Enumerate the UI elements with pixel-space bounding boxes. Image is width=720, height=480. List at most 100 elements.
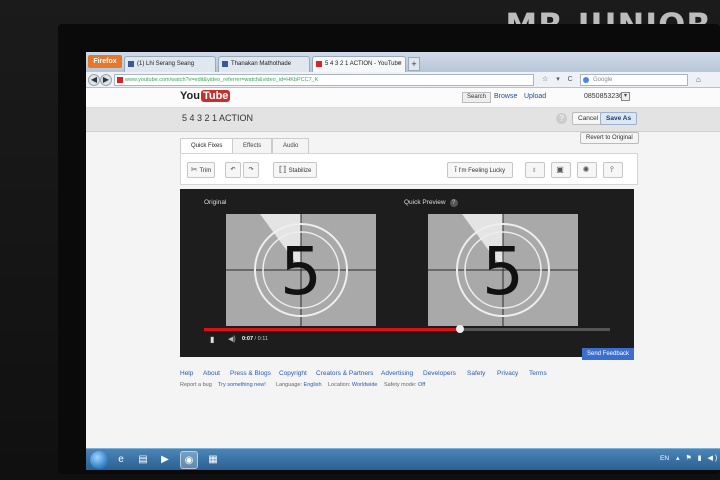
location-label: Location: <box>328 382 351 388</box>
location-value: Worldwide <box>351 382 378 388</box>
footer-link-press[interactable]: Press & Blogs <box>230 370 271 377</box>
stabilize-label: Stabilize <box>288 168 312 174</box>
browser-tab-label: (1) Lhi Serang Seang <box>137 61 195 67</box>
footer-link-help[interactable]: Help <box>180 370 193 377</box>
countdown-digit: 5 <box>482 233 524 310</box>
new-tab-button[interactable]: + <box>408 57 420 71</box>
app-icon[interactable]: ▦ <box>204 451 222 469</box>
image-icon: ▣ <box>556 165 564 174</box>
magic-wand-icon: ǐ <box>454 165 457 174</box>
footer-link-advertising[interactable]: Advertising <box>381 370 413 377</box>
feeling-lucky-label: I'm Feeling Lucky <box>458 168 506 174</box>
home-icon[interactable]: ⌂ <box>696 75 701 84</box>
play-icon[interactable]: ▮ <box>210 335 214 344</box>
youtube-favicon-icon <box>117 77 123 83</box>
original-video-frame[interactable]: 5 <box>226 214 376 326</box>
facebook-icon <box>222 61 228 67</box>
send-feedback-button[interactable]: Send Feedback <box>582 348 635 360</box>
try-new-link[interactable]: Try something new! <box>218 382 266 388</box>
progress-scrubber-handle[interactable] <box>455 325 464 333</box>
report-bug-link[interactable]: Report a bug <box>180 382 212 388</box>
revert-to-original-button[interactable]: Revert to Original <box>580 132 639 144</box>
firefox-icon[interactable]: ◉ <box>180 451 198 469</box>
folder-icon[interactable]: ▤ <box>134 451 152 469</box>
thermometer-icon: ⫯ <box>610 165 614 174</box>
fill-light-button[interactable]: ♁ <box>525 162 545 178</box>
duration: / 0:11 <box>254 336 268 342</box>
quick-fixes-toolbar: ✂ Trim ↶ ↷ ⟦⟧ Stabilize ǐ I'm Feeling Lucky… <box>180 153 638 185</box>
browser-tab-3[interactable]: 5 4 3 2 1 ACTION - YouTube × <box>312 56 406 72</box>
browse-link[interactable]: Browse <box>494 92 517 102</box>
system-tray-icons[interactable]: ▴ ⚑ ▮ ◀) <box>676 454 719 462</box>
quick-preview-label-wrap: Quick Preview? <box>404 199 458 207</box>
tab-audio[interactable]: Audio <box>272 138 310 153</box>
language-label: Language: <box>276 382 302 388</box>
saturation-button[interactable]: ✺ <box>577 162 597 178</box>
facebook-icon <box>128 61 134 67</box>
language-indicator[interactable]: EN <box>660 455 669 462</box>
tab-effects[interactable]: Effects <box>232 138 273 153</box>
volume-icon[interactable]: ◀) <box>228 335 236 343</box>
footer-link-safety[interactable]: Safety <box>467 370 485 377</box>
language-setting[interactable]: Language: English <box>276 382 322 388</box>
sun-icon: ✺ <box>582 165 590 174</box>
rotate-left-button[interactable]: ↶ <box>225 162 241 178</box>
countdown-digit: 5 <box>280 233 322 310</box>
feeling-lucky-button[interactable]: ǐ I'm Feeling Lucky <box>447 162 513 178</box>
tab-quick-fixes[interactable]: Quick Fixes <box>180 138 234 153</box>
close-icon[interactable]: × <box>398 57 402 71</box>
user-name[interactable]: 0850853236 <box>584 92 623 102</box>
browser-tab-2[interactable]: Thanakan Mathothade <box>218 56 310 72</box>
youtube-logo[interactable]: You Tube <box>180 90 231 102</box>
page-title: 5 4 3 2 1 ACTION <box>182 113 254 123</box>
youtube-header: You Tube Search Browse Upload 0850853236 … <box>86 88 720 108</box>
quick-preview-video-frame[interactable]: 5 <box>428 214 578 326</box>
browser-search-input[interactable]: Google <box>580 74 688 86</box>
start-button[interactable] <box>90 451 108 469</box>
safety-label: Safety mode: <box>384 382 417 388</box>
safety-mode-setting[interactable]: Safety mode: Off <box>384 382 425 388</box>
video-progress-bar[interactable] <box>204 325 610 333</box>
stabilize-button[interactable]: ⟦⟧ Stabilize <box>273 162 317 178</box>
scissors-icon: ✂ <box>190 165 198 174</box>
forward-button[interactable]: ▶ <box>100 74 112 86</box>
rotate-left-icon: ↶ <box>230 167 236 173</box>
logo-text: You <box>180 90 200 102</box>
url-bar[interactable]: www.youtube.com/watch?v=edit&video_refer… <box>114 74 534 86</box>
footer-link-privacy[interactable]: Privacy <box>497 370 518 377</box>
trim-button[interactable]: ✂ Trim <box>187 162 215 178</box>
rotate-right-button[interactable]: ↷ <box>243 162 259 178</box>
logo-tube: Tube <box>200 90 231 102</box>
time-display: 0:07 / 0:11 <box>242 336 268 342</box>
footer-link-terms[interactable]: Terms <box>529 370 547 377</box>
chevron-down-icon[interactable]: ▾ <box>621 92 630 101</box>
search-button[interactable]: Search <box>462 92 492 103</box>
footer-link-creators[interactable]: Creators & Partners <box>316 370 373 377</box>
color-temperature-button[interactable]: ⫯ <box>603 162 623 178</box>
footer-link-developers[interactable]: Developers <box>423 370 456 377</box>
contrast-button[interactable]: ▣ <box>551 162 571 178</box>
browser-tab-bar: Firefox (1) Lhi Serang Seang Thanakan Ma… <box>86 52 720 72</box>
safety-value: Off <box>417 382 426 388</box>
video-preview-panel: Original Quick Preview? 5 5 ▮ ◀) 0:07 / … <box>180 189 634 357</box>
help-icon[interactable]: ? <box>556 113 567 124</box>
internet-explorer-icon[interactable]: e <box>112 451 130 469</box>
countdown-leader-graphic: 5 <box>226 214 376 326</box>
current-time: 0:07 <box>242 336 254 342</box>
info-icon[interactable]: ? <box>449 199 458 207</box>
footer-link-about[interactable]: About <box>203 370 220 377</box>
firefox-menu-button[interactable]: Firefox <box>88 55 122 68</box>
media-player-icon[interactable]: ▶ <box>156 451 174 469</box>
upload-link[interactable]: Upload <box>524 92 546 102</box>
save-as-button[interactable]: Save As <box>600 112 638 125</box>
lightbulb-icon: ♁ <box>531 165 537 174</box>
stabilize-icon: ⟦⟧ <box>278 165 287 174</box>
location-setting[interactable]: Location: Worldwide <box>328 382 377 388</box>
windows-taskbar: e ▤ ▶ ◉ ▦ EN ▴ ⚑ ▮ ◀) <box>86 448 720 470</box>
footer-link-copyright[interactable]: Copyright <box>279 370 307 377</box>
url-tools[interactable]: ☆ ▾ C <box>542 75 576 83</box>
back-button[interactable]: ◀ <box>88 74 100 86</box>
browser-tab-1[interactable]: (1) Lhi Serang Seang <box>124 56 216 72</box>
quick-preview-label: Quick Preview <box>404 199 446 206</box>
browser-tab-label: Thanakan Mathothade <box>231 61 292 67</box>
